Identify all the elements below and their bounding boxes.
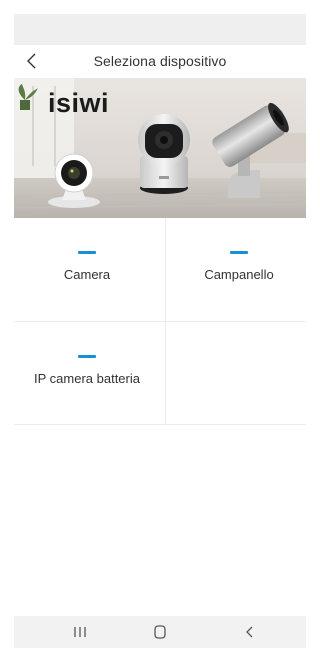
system-back-button[interactable] bbox=[239, 622, 261, 642]
recents-button[interactable] bbox=[69, 622, 91, 642]
device-tile-campanello[interactable]: Campanello bbox=[166, 218, 312, 322]
grid-divider-horizontal bbox=[14, 424, 306, 425]
system-back-icon bbox=[246, 626, 253, 638]
status-bar bbox=[14, 14, 306, 45]
device-tile-ip-camera-batteria[interactable]: IP camera batteria bbox=[14, 322, 160, 426]
device-selection-screen: Seleziona dispositivo isiwi Camera Campa… bbox=[14, 14, 306, 648]
device-label: IP camera batteria bbox=[34, 371, 140, 386]
accent-dash bbox=[78, 355, 96, 358]
accent-dash bbox=[78, 251, 96, 254]
home-button[interactable] bbox=[149, 622, 171, 642]
device-label: Camera bbox=[63, 267, 111, 282]
recents-icon bbox=[74, 627, 86, 637]
device-label: Campanello bbox=[204, 267, 274, 282]
product-banner: isiwi bbox=[14, 78, 306, 218]
device-tile-camera[interactable]: Camera bbox=[14, 218, 160, 322]
brand-logo: isiwi bbox=[48, 88, 110, 118]
accent-dash bbox=[230, 251, 248, 254]
top-nav-bar: Seleziona dispositivo bbox=[14, 45, 306, 78]
page-title: Seleziona dispositivo bbox=[93, 53, 227, 69]
system-navigation-bar bbox=[14, 616, 306, 648]
grid-divider-horizontal bbox=[14, 321, 306, 322]
home-icon bbox=[154, 625, 166, 639]
